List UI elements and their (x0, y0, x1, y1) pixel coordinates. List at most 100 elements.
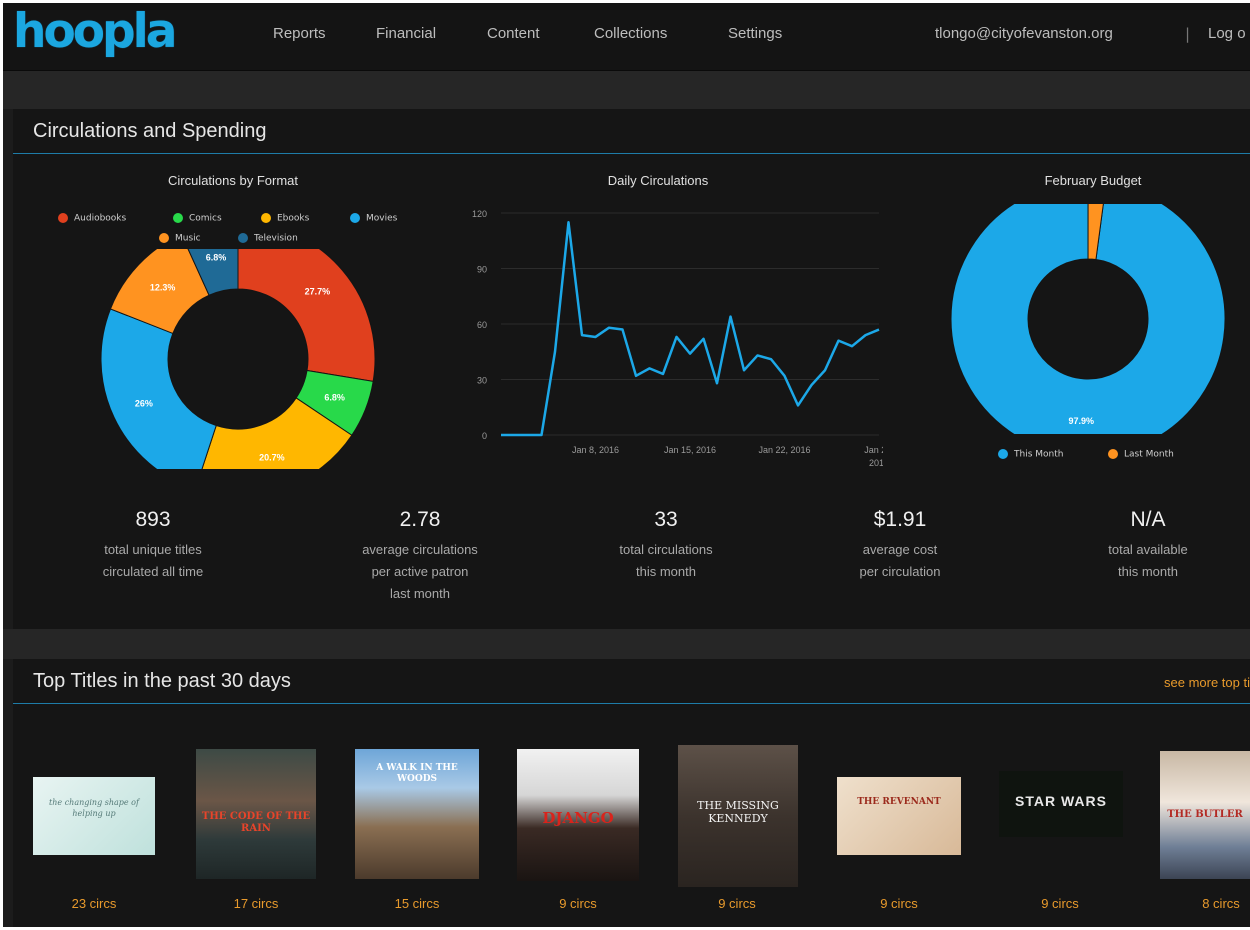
data-point[interactable] (742, 368, 746, 372)
legend-item-audiobooks[interactable]: Audiobooks (58, 213, 126, 224)
title-cover-2[interactable]: THE CODE OF THE RAIN (196, 749, 316, 879)
data-point[interactable] (513, 433, 517, 437)
title-cover-5[interactable]: THE MISSING KENNEDY (678, 745, 798, 887)
legend-label: This Month (1014, 449, 1064, 460)
data-point[interactable] (756, 353, 760, 357)
title-circs: 9 circs (559, 896, 597, 911)
data-point[interactable] (553, 350, 557, 354)
y-tick-label: 0 (482, 431, 487, 441)
legend-swatch (1108, 449, 1118, 459)
data-point[interactable] (661, 372, 665, 376)
format-chart-slice-label: 20.7% (259, 452, 285, 462)
data-point[interactable] (648, 366, 652, 370)
legend-item-this-month[interactable]: This Month (998, 449, 1063, 460)
data-point[interactable] (702, 337, 706, 341)
data-point[interactable] (810, 383, 814, 387)
stat-value: $1.91 (873, 508, 927, 531)
nav-collections[interactable]: Collections (594, 25, 667, 47)
legend-item-movies[interactable]: Movies (350, 213, 397, 224)
data-point[interactable] (540, 433, 544, 437)
title-cover-8[interactable]: THE BUTLER (1160, 751, 1250, 879)
data-point[interactable] (499, 433, 503, 437)
cover-title: THE REVENANT (857, 797, 941, 807)
legend-item-comics[interactable]: Comics (173, 213, 222, 224)
data-point[interactable] (729, 315, 733, 319)
cover-title: THE MISSING KENNEDY (697, 799, 779, 825)
nav-content[interactable]: Content (487, 25, 540, 47)
data-point[interactable] (580, 333, 584, 337)
format-chart-slice-label: 6.8% (206, 252, 227, 262)
title-cover-6[interactable]: THE REVENANT (837, 777, 961, 855)
title-cover-4[interactable]: DJANGO (517, 749, 639, 881)
legend-label: Ebooks (277, 213, 310, 224)
title-cover-7[interactable]: STAR WARS (999, 771, 1123, 837)
stat-description: average cost per circulation (859, 542, 941, 579)
hoopla-logo[interactable]: hoopla (13, 5, 178, 59)
legend-item-ebooks[interactable]: Ebooks (261, 213, 309, 224)
data-point[interactable] (783, 374, 787, 378)
format-chart-slice-label: 12.3% (150, 282, 176, 292)
data-point[interactable] (621, 328, 625, 332)
data-point[interactable] (526, 433, 530, 437)
data-point[interactable] (675, 335, 679, 339)
legend-swatch (998, 449, 1008, 459)
x-tick-label: Jan 29,2016 (864, 445, 883, 468)
stat-total-circulations: 33 total circulations this month (566, 505, 766, 583)
data-point[interactable] (850, 344, 854, 348)
y-tick-label: 90 (477, 265, 487, 275)
nav-financial[interactable]: Financial (376, 25, 436, 47)
legend-swatch (58, 213, 68, 223)
data-point[interactable] (567, 220, 571, 224)
y-tick-label: 120 (472, 209, 487, 219)
data-point[interactable] (837, 339, 841, 343)
format-chart-slice-label: 6.8% (324, 392, 345, 402)
data-point[interactable] (634, 374, 638, 378)
daily-line-chart: 0 30 60 90 120 Jan 8, 2016 Jan 15, 2016 Jan 22,… (472, 209, 883, 468)
title-circs: 8 circs (1202, 896, 1240, 911)
see-more-top-titles-link[interactable]: see more top ti (1164, 675, 1250, 690)
daily-circulations-line[interactable] (501, 221, 880, 437)
nav-settings[interactable]: Settings (728, 25, 782, 47)
data-point[interactable] (796, 403, 800, 407)
format-chart-slice-label: 26% (135, 398, 153, 408)
user-email: tlongo@cityofevanston.org (935, 25, 1113, 42)
data-point[interactable] (769, 357, 773, 361)
legend-label: Movies (366, 213, 398, 224)
section-gap (3, 629, 1250, 659)
format-chart-title: Circulations by Format (167, 173, 299, 188)
logout-link[interactable]: Log o (1208, 25, 1246, 42)
legend-item-television[interactable]: Television (238, 233, 298, 244)
data-point[interactable] (688, 352, 692, 356)
data-point[interactable] (877, 328, 881, 332)
circulations-spending-panel: Circulations and Spending Circulations b… (13, 109, 1250, 629)
cover-title: THE CODE OF THE RAIN (201, 811, 311, 834)
cover-title: DJANGO (542, 809, 614, 827)
format-chart-slice-movies[interactable] (100, 308, 217, 469)
toolbar-band (3, 71, 1250, 109)
budget-donut-chart: 97.9% (950, 204, 1226, 434)
data-point[interactable] (864, 333, 868, 337)
data-point[interactable] (823, 368, 827, 372)
cover-title: STAR WARS (1015, 793, 1107, 809)
budget-chart-slice-label: 97.9% (1068, 416, 1094, 426)
nav-reports[interactable]: Reports (273, 25, 326, 47)
budget-chart-title: February Budget (1044, 173, 1142, 188)
legend-item-music[interactable]: Music (159, 233, 201, 244)
stat-value: N/A (1130, 508, 1166, 531)
data-point[interactable] (594, 335, 598, 339)
legend-swatch (173, 213, 183, 223)
stat-value: 33 (654, 508, 678, 531)
title-cover-3[interactable]: A WALK IN THE WOODS (355, 749, 479, 879)
stat-unique-titles: 893 total unique titles circulated all t… (53, 505, 253, 583)
title-cover-1[interactable]: the changing shape of helping up (33, 777, 155, 855)
title-circs: 15 circs (394, 896, 440, 911)
legend-label: Comics (189, 213, 222, 224)
data-point[interactable] (715, 381, 719, 385)
data-point[interactable] (607, 326, 611, 330)
legend-item-last-month[interactable]: Last Month (1108, 449, 1174, 460)
x-tick-label: Jan 15, 2016 (664, 445, 716, 455)
legend-label: Last Month (1124, 449, 1174, 460)
format-chart-slice-audiobooks[interactable] (237, 249, 376, 383)
x-tick-label: Jan 8, 2016 (572, 445, 619, 455)
hoopla-dashboard: hoopla Reports Financial Content Collect… (3, 3, 1250, 927)
